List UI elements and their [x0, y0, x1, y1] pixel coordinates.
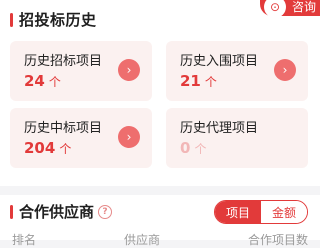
tender-history-title: 招投标历史	[10, 9, 97, 30]
chevron-right-icon[interactable]: ›	[118, 59, 140, 81]
tender-history-card: 招投标历史 ⊙ 咨询 历史招标项目 24 个 › 历史入围项目 21 个 › 历史中…	[0, 0, 320, 186]
headset-icon: ⊙	[264, 0, 286, 18]
stat-value: 0个	[180, 139, 207, 157]
stat-card-agency-projects: 历史代理项目 0个	[166, 108, 308, 168]
stat-label: 历史代理项目	[180, 121, 259, 136]
stat-card-bid-projects[interactable]: 历史招标项目 24 个 ›	[10, 41, 152, 101]
tender-history-title-text: 招投标历史	[19, 11, 97, 29]
stat-label: 历史招标项目	[24, 54, 103, 69]
help-icon[interactable]: ?	[98, 204, 113, 219]
consult-button[interactable]: ⊙ 咨询	[260, 0, 320, 18]
partners-title: 合作供应商 ?	[10, 201, 113, 222]
stat-label: 历史入围项目	[180, 54, 259, 69]
metric-toggle[interactable]: 项目 金额	[214, 200, 308, 224]
stat-value: 204 个	[24, 139, 72, 157]
toggle-projects[interactable]: 项目	[215, 201, 261, 223]
partners-title-text: 合作供应商	[19, 203, 95, 221]
stat-card-shortlisted-projects[interactable]: 历史入围项目 21 个 ›	[166, 41, 308, 101]
stat-card-won-projects[interactable]: 历史中标项目 204 个 ›	[10, 108, 152, 168]
stat-label: 历史中标项目	[24, 121, 103, 136]
title-accent-bar	[10, 204, 13, 219]
consult-label: 咨询	[292, 0, 317, 14]
toggle-amount[interactable]: 金额	[261, 201, 307, 223]
partners-card: 合作供应商 ? 项目 金额 排名 供应商 合作项目数	[0, 195, 320, 247]
title-accent-bar	[10, 12, 13, 27]
stat-value: 24 个	[24, 72, 61, 90]
chevron-right-icon[interactable]: ›	[274, 59, 296, 81]
stat-value: 21 个	[180, 72, 217, 90]
chevron-right-icon[interactable]: ›	[118, 126, 140, 148]
